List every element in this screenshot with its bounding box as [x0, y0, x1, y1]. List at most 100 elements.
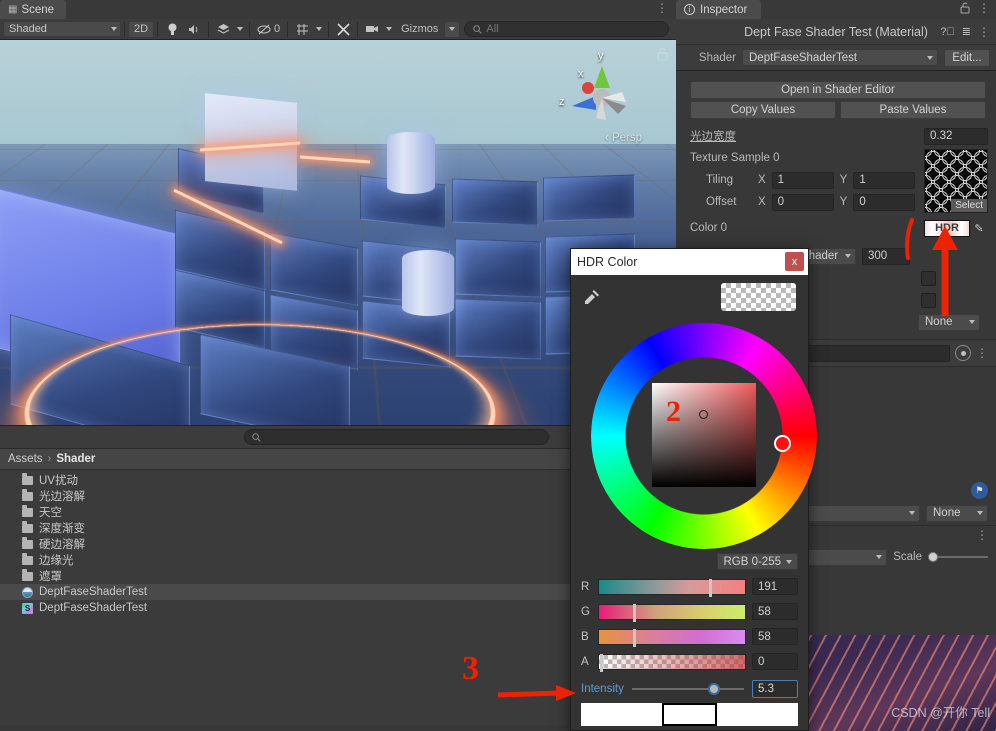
offset-x-input[interactable]: 0	[771, 193, 834, 211]
hdr-dialog-titlebar[interactable]: HDR Color x	[571, 249, 808, 275]
channel-knob[interactable]	[600, 653, 604, 672]
list-item-label: 边缘光	[39, 555, 74, 567]
breadcrumb-current[interactable]: Shader	[56, 453, 95, 465]
tab-scene[interactable]: ▦ Scene	[0, 0, 67, 19]
intensity-input[interactable]: 5.3	[752, 680, 798, 698]
toggle-2d-button[interactable]: 2D	[128, 20, 154, 38]
light-width-label: 光边宽度	[690, 131, 736, 143]
channel-value-input[interactable]: 58	[752, 628, 798, 645]
tiling-x-input[interactable]: 1	[771, 171, 834, 189]
audio-toggle-button[interactable]	[183, 21, 205, 38]
intensity-slider-knob[interactable]	[708, 683, 721, 695]
color0-hdr-swatch[interactable]: HDR	[924, 219, 970, 237]
open-shader-editor-button[interactable]: Open in Shader Editor	[690, 81, 986, 99]
fx-toggle-button[interactable]	[212, 21, 234, 38]
channel-value-input[interactable]: 0	[752, 653, 798, 670]
folder-icon	[22, 473, 33, 485]
intensity-label: Intensity	[581, 683, 624, 695]
camera-dropdown[interactable]	[383, 21, 395, 38]
color-compare-selected[interactable]	[662, 703, 717, 726]
scene-options-kebab[interactable]: ⋮	[656, 2, 668, 14]
channel-label: G	[581, 605, 590, 618]
color-format-dropdown[interactable]: RGB 0-255	[717, 553, 798, 570]
intensity-slider-track[interactable]	[631, 683, 744, 695]
preset-icon[interactable]: ≣	[962, 25, 971, 38]
scale-slider-track[interactable]	[938, 556, 988, 558]
none-dropdown[interactable]: None	[918, 313, 980, 331]
target-icon[interactable]	[955, 345, 971, 361]
channel-knob[interactable]	[632, 603, 636, 622]
hue-handle[interactable]	[774, 435, 791, 452]
channel-value-input[interactable]: 191	[752, 578, 798, 595]
texture-select-button[interactable]: Select	[951, 199, 987, 212]
scale-label: Scale	[893, 551, 922, 563]
folder-icon	[22, 489, 33, 501]
lock-icon[interactable]	[657, 48, 668, 61]
render-queue-input[interactable]: 300	[862, 247, 910, 265]
grid-snap-button[interactable]	[291, 21, 313, 38]
hdr-color-dialog[interactable]: HDR Color x 2 RGB 0-255 R 191 G 58 B 58 A 0	[570, 248, 817, 731]
channel-value-input[interactable]: 58	[752, 603, 798, 620]
chevron-down-icon	[876, 555, 883, 559]
channel-slider-b[interactable]	[598, 628, 746, 647]
material-options-kebab[interactable]: ⋮	[978, 26, 990, 38]
eyedropper-icon[interactable]	[583, 288, 601, 306]
paste-values-button[interactable]: Paste Values	[840, 101, 986, 119]
copy-values-button[interactable]: Copy Values	[690, 101, 836, 119]
light-width-value: 0.32	[930, 130, 953, 142]
none-dropdown-2[interactable]: None	[926, 504, 988, 522]
unlock-icon[interactable]	[960, 2, 970, 14]
grid-snap-dropdown[interactable]	[313, 21, 325, 38]
section-options-kebab[interactable]: ⋮	[976, 529, 988, 541]
gizmos-dropdown[interactable]	[444, 20, 461, 38]
edit-shader-button[interactable]: Edit...	[944, 48, 990, 67]
scale-slider-knob[interactable]	[928, 552, 938, 562]
saturation-value-square[interactable]	[652, 383, 756, 487]
scene-tabbar: ▦ Scene ⋮	[0, 0, 676, 19]
light-width-input[interactable]: 0.32	[924, 127, 988, 145]
channel-slider-r[interactable]	[598, 578, 746, 597]
chevron-down-icon	[237, 27, 243, 31]
lighting-toggle-button[interactable]	[161, 21, 183, 38]
shader-icon	[22, 602, 33, 614]
draw-mode-dropdown[interactable]: Shaded	[3, 21, 121, 37]
tools-button[interactable]	[332, 21, 354, 38]
color-wheel-area[interactable]: 2	[571, 319, 817, 551]
scene-cylinder	[387, 132, 435, 194]
inspector-options-kebab[interactable]: ⋮	[978, 2, 990, 14]
close-label: x	[791, 255, 798, 268]
project-search-input[interactable]	[244, 429, 549, 445]
texture-thumbnail[interactable]: Select	[924, 149, 988, 213]
offset-y-input[interactable]: 0	[853, 193, 916, 211]
intensity-value: 5.3	[758, 683, 774, 695]
sv-handle[interactable]	[699, 410, 708, 419]
texture-sample-row: Texture Sample 0	[684, 147, 924, 169]
channel-slider-a[interactable]	[598, 653, 746, 672]
material-header: Dept Fase Shader Test (Material) ?⃝ ≣ ⋮	[676, 19, 996, 45]
channel-knob[interactable]	[632, 628, 636, 647]
breadcrumb-root[interactable]: Assets	[8, 453, 43, 465]
scene-tile	[455, 298, 541, 360]
scene-search-input[interactable]: All	[464, 21, 669, 37]
gizmos-button[interactable]: Gizmos	[395, 21, 444, 38]
fx-dropdown[interactable]	[234, 21, 246, 38]
channel-knob[interactable]	[708, 578, 712, 597]
tag-icon[interactable]: ⚑	[971, 481, 988, 499]
hidden-objects-button[interactable]: 0	[253, 21, 284, 38]
projection-mode-label[interactable]: ‹ Persp	[605, 132, 642, 144]
eyedropper-icon[interactable]: ✎	[970, 220, 988, 237]
chevron-down-icon	[927, 55, 933, 60]
double-sided-checkbox[interactable]	[921, 270, 936, 286]
tab-inspector[interactable]: i Inspector	[676, 0, 762, 19]
camera-button[interactable]	[361, 21, 383, 38]
mesh-options-kebab[interactable]: ⋮	[976, 347, 988, 359]
color-compare-previous	[716, 703, 798, 726]
help-icon[interactable]: ?⃝	[940, 26, 954, 38]
tiling-x-value: 1	[777, 174, 785, 186]
close-icon[interactable]: x	[785, 252, 804, 271]
channel-label: R	[581, 580, 590, 593]
tiling-y-input[interactable]: 1	[853, 171, 916, 189]
gi-checkbox[interactable]	[921, 292, 936, 308]
shader-dropdown[interactable]: DeptFaseShaderTest	[742, 49, 938, 66]
channel-slider-g[interactable]	[598, 603, 746, 622]
